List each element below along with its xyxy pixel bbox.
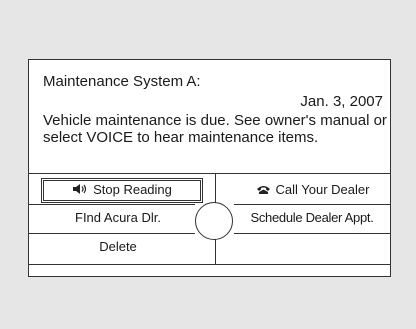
stop-reading-button[interactable]: Stop Reading [41,178,203,203]
grid-divider [234,204,390,205]
phone-icon [256,181,271,201]
schedule-appointment-label: Schedule Dealer Appt. [250,210,374,225]
schedule-appointment-button[interactable]: Schedule Dealer Appt. [232,208,392,230]
message-date: Jan. 3, 2007 [300,93,383,110]
delete-label: Delete [99,239,137,254]
find-dealer-button[interactable]: FInd Acura Dlr. [39,208,197,230]
grid-divider [234,233,390,234]
speaker-icon [72,182,88,200]
grid-divider [29,204,195,205]
bottom-divider [29,264,390,265]
stop-reading-label: Stop Reading [93,182,172,197]
grid-divider [29,233,195,234]
navigation-screen: Maintenance System A: Jan. 3, 2007 Vehic… [28,59,391,277]
message-body: Vehicle maintenance is due. See owner's … [43,112,387,146]
delete-button[interactable]: Delete [39,237,197,259]
interface-dial-knob[interactable] [195,202,233,240]
message-title: Maintenance System A: [43,73,201,90]
call-dealer-label: Call Your Dealer [275,182,370,197]
action-button-panel: Stop Reading Call Your Dealer FInd Acura… [29,173,390,266]
find-dealer-label: FInd Acura Dlr. [75,210,161,225]
call-dealer-button[interactable]: Call Your Dealer [235,180,390,201]
